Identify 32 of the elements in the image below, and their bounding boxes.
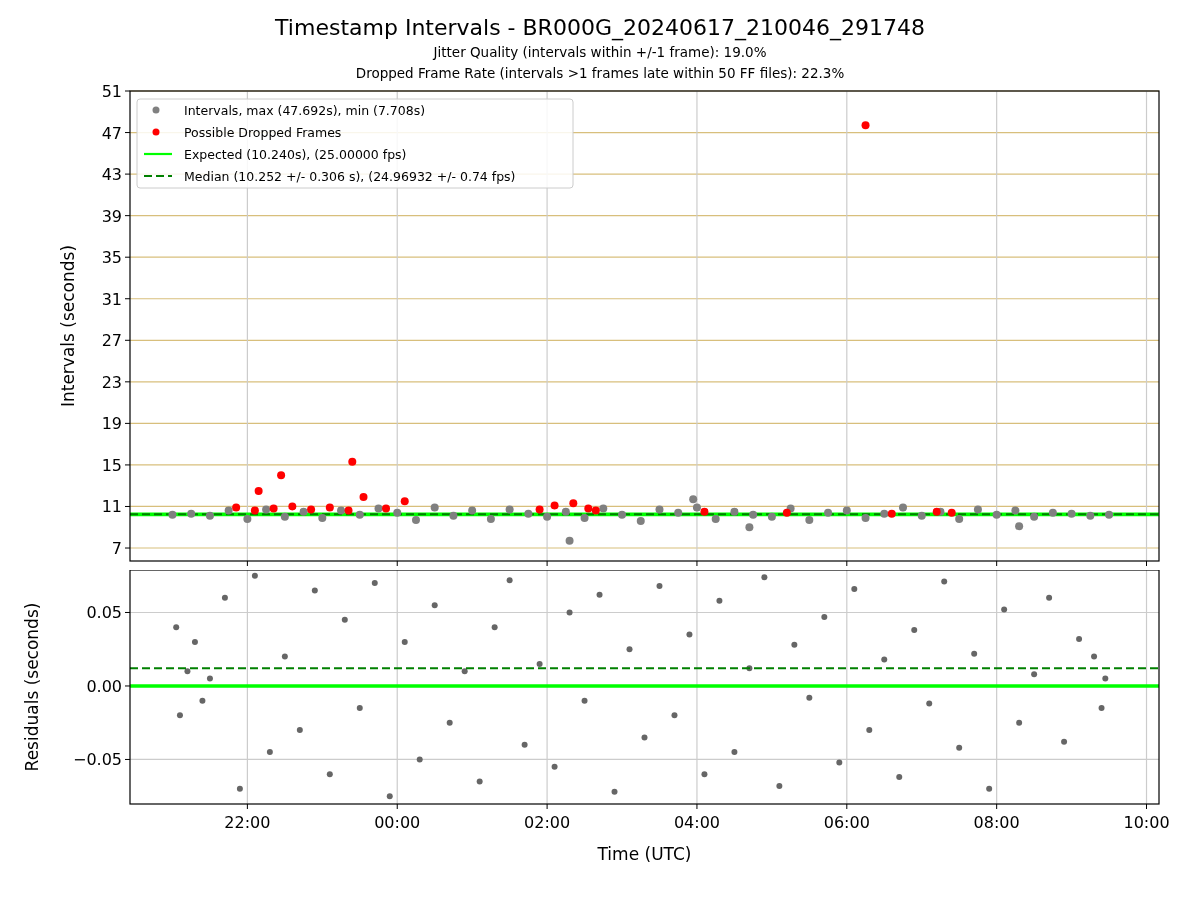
axis-tick-label: 31	[101, 289, 122, 309]
axis-tick-label: 0.00	[86, 676, 122, 696]
axis-tick-label: 23	[101, 372, 122, 392]
legend-label: Intervals, max (47.692s), min (7.708s)	[184, 102, 426, 118]
axis-tick-label: 47	[101, 123, 122, 143]
axis-tick-label: 02:00	[524, 813, 571, 832]
axis-tick-label: 11	[101, 497, 122, 517]
axis-label: Residuals (seconds)	[22, 602, 42, 772]
axis-tick-label: 06:00	[823, 813, 870, 832]
axis-tick-label: 19	[101, 414, 122, 434]
axis-tick-label: 04:00	[673, 813, 720, 832]
axis-tick-label: 51	[101, 84, 122, 101]
axis-tick-label: 43	[101, 165, 122, 185]
axis-tick-label: 7	[111, 539, 122, 558]
axis-label: Time (UTC)	[597, 844, 692, 864]
axis-tick-label: 39	[101, 206, 122, 226]
axis-tick-label: 22:00	[224, 813, 271, 832]
axis-tick-label: 35	[101, 248, 122, 268]
legend-label: Median (10.252 +/- 0.306 s), (24.96932 +/- 0.74 fps)	[184, 168, 516, 184]
chart-subtitle: Dropped Frame Rate (intervals >1 frames late within 50 FF files): 22.3%	[355, 64, 845, 83]
axis-tick-label: 0.05	[86, 603, 122, 623]
axis-label: Intervals (seconds)	[58, 244, 78, 408]
chart-title: Timestamp Intervals - BR000G_20240617_210046_291748	[275, 14, 925, 42]
chart-subtitle: Jitter Quality (intervals within +/-1 frame): 19.0%	[433, 43, 767, 62]
axis-tick-label: 10:00	[1123, 813, 1170, 832]
axis-tick-label: 00:00	[374, 813, 421, 832]
axis-tick-label: 15	[101, 455, 122, 475]
legend-label: Expected (10.240s), (25.00000 fps)	[184, 146, 407, 162]
legend-label: Possible Dropped Frames	[184, 124, 342, 140]
axis-tick-label: −0.05	[72, 750, 122, 770]
axis-tick-label: 08:00	[973, 813, 1020, 832]
axis-tick-label: 27	[101, 331, 122, 351]
